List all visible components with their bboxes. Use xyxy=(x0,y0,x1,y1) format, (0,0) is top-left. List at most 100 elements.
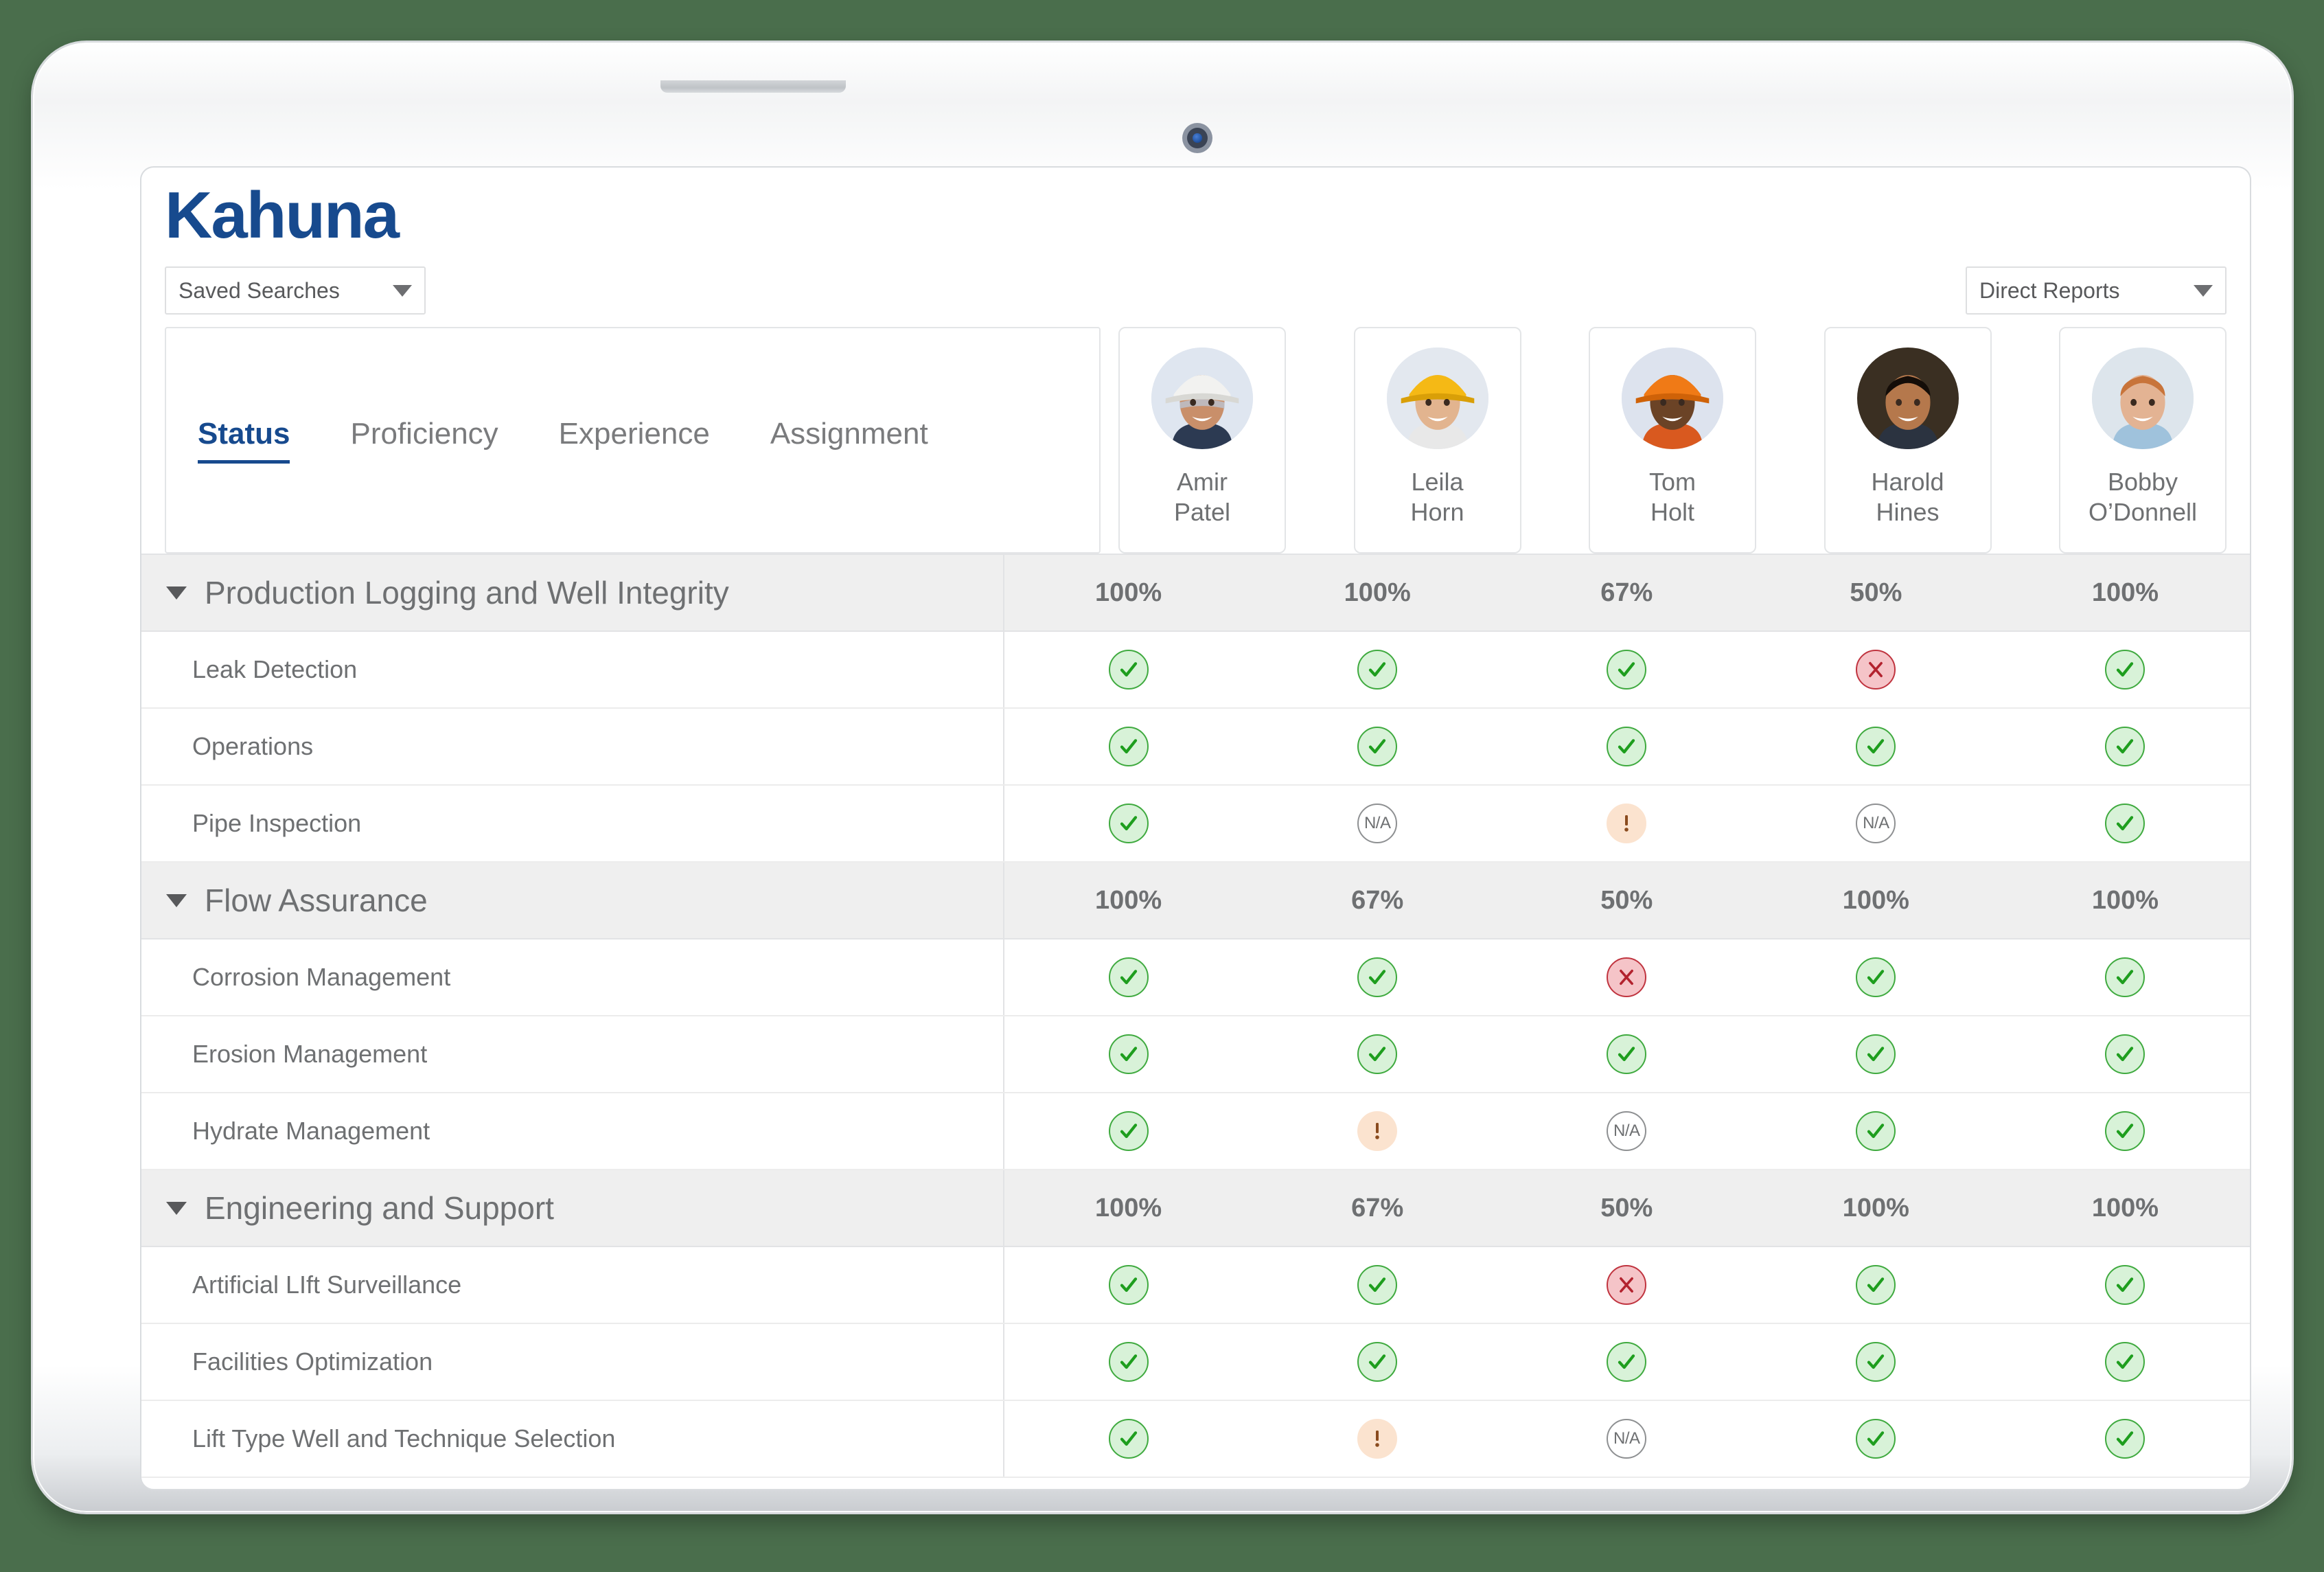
check-circle-icon[interactable] xyxy=(1357,957,1398,997)
check-circle-icon[interactable] xyxy=(1108,1419,1149,1459)
status-cell[interactable] xyxy=(1252,708,1502,786)
status-cell[interactable] xyxy=(2000,631,2250,709)
status-cell[interactable]: N/A xyxy=(1751,785,2001,863)
check-circle-icon[interactable] xyxy=(1108,1034,1149,1074)
status-cell[interactable] xyxy=(2000,1400,2250,1478)
status-cell[interactable] xyxy=(1502,1016,1751,1093)
status-cell[interactable] xyxy=(1003,939,1253,1016)
not-applicable-icon[interactable]: N/A xyxy=(1607,1419,1647,1459)
person-card-leila[interactable]: Leila Horn xyxy=(1353,327,1521,554)
group-header-row[interactable]: Production Logging and Well Integrity 100… xyxy=(141,554,2250,632)
check-circle-icon[interactable] xyxy=(2105,650,2145,690)
check-circle-icon[interactable] xyxy=(1108,957,1149,997)
x-circle-icon[interactable] xyxy=(1607,1265,1647,1305)
person-card-bobby[interactable]: Bobby O’Donnell xyxy=(2059,327,2227,554)
status-cell[interactable] xyxy=(1502,1246,1751,1324)
check-circle-icon[interactable] xyxy=(1856,1111,1896,1151)
check-circle-icon[interactable] xyxy=(1856,1034,1896,1074)
status-cell[interactable] xyxy=(1252,1323,1502,1401)
status-cell[interactable]: N/A xyxy=(1502,1093,1751,1170)
person-card-tom[interactable]: Tom Holt xyxy=(1589,327,1756,554)
not-applicable-icon[interactable]: N/A xyxy=(1357,804,1398,843)
group-header-row[interactable]: Flow Assurance 100% 67% 50% 100% 100% xyxy=(141,861,2250,939)
status-cell[interactable] xyxy=(1003,708,1253,786)
check-circle-icon[interactable] xyxy=(2105,727,2145,766)
saved-searches-dropdown[interactable]: Saved Searches xyxy=(165,266,426,315)
status-cell[interactable] xyxy=(1003,785,1253,863)
check-circle-icon[interactable] xyxy=(1607,650,1647,690)
status-cell[interactable] xyxy=(1751,1016,2001,1093)
tab-proficiency[interactable]: Proficiency xyxy=(350,417,498,464)
status-cell[interactable] xyxy=(1751,1400,2001,1478)
check-circle-icon[interactable] xyxy=(1108,1265,1149,1305)
status-cell[interactable] xyxy=(1751,1093,2001,1170)
check-circle-icon[interactable] xyxy=(1856,957,1896,997)
not-applicable-icon[interactable]: N/A xyxy=(1607,1111,1647,1151)
check-circle-icon[interactable] xyxy=(1357,1265,1398,1305)
status-cell[interactable] xyxy=(2000,1093,2250,1170)
status-cell[interactable] xyxy=(1252,631,1502,709)
check-circle-icon[interactable] xyxy=(1607,1342,1647,1382)
tab-experience[interactable]: Experience xyxy=(559,417,710,464)
status-cell[interactable] xyxy=(1003,1323,1253,1401)
status-cell[interactable] xyxy=(1252,939,1502,1016)
status-cell[interactable] xyxy=(1252,1246,1502,1324)
status-cell[interactable] xyxy=(1003,1093,1253,1170)
check-circle-icon[interactable] xyxy=(1357,1034,1398,1074)
not-applicable-icon[interactable]: N/A xyxy=(1856,804,1896,843)
direct-reports-dropdown[interactable]: Direct Reports xyxy=(1966,266,2227,315)
check-circle-icon[interactable] xyxy=(1856,727,1896,766)
status-cell[interactable] xyxy=(1003,631,1253,709)
status-cell[interactable] xyxy=(1751,1246,2001,1324)
check-circle-icon[interactable] xyxy=(1856,1265,1896,1305)
check-circle-icon[interactable] xyxy=(1357,1342,1398,1382)
check-circle-icon[interactable] xyxy=(1108,650,1149,690)
group-title-cell[interactable]: Production Logging and Well Integrity xyxy=(141,554,1004,632)
check-circle-icon[interactable] xyxy=(2105,1419,2145,1459)
tab-assignment[interactable]: Assignment xyxy=(770,417,928,464)
check-circle-icon[interactable] xyxy=(2105,1111,2145,1151)
status-cell[interactable]: N/A xyxy=(1502,1400,1751,1478)
check-circle-icon[interactable] xyxy=(1856,1419,1896,1459)
check-circle-icon[interactable] xyxy=(2105,1034,2145,1074)
check-circle-icon[interactable] xyxy=(1856,1342,1896,1382)
check-circle-icon[interactable] xyxy=(1357,650,1398,690)
check-circle-icon[interactable] xyxy=(1108,727,1149,766)
status-cell[interactable] xyxy=(2000,939,2250,1016)
check-circle-icon[interactable] xyxy=(1108,1342,1149,1382)
chevron-down-icon[interactable] xyxy=(166,893,187,907)
check-circle-icon[interactable] xyxy=(2105,1265,2145,1305)
status-cell[interactable] xyxy=(1252,1093,1502,1170)
status-cell[interactable] xyxy=(1252,1400,1502,1478)
x-circle-icon[interactable] xyxy=(1856,650,1896,690)
check-circle-icon[interactable] xyxy=(1607,727,1647,766)
status-cell[interactable] xyxy=(1751,1323,2001,1401)
x-circle-icon[interactable] xyxy=(1607,957,1647,997)
status-cell[interactable]: N/A xyxy=(1252,785,1502,863)
status-cell[interactable] xyxy=(2000,1246,2250,1324)
check-circle-icon[interactable] xyxy=(1607,1034,1647,1074)
chevron-down-icon[interactable] xyxy=(166,586,187,600)
status-cell[interactable] xyxy=(2000,708,2250,786)
exclamation-circle-icon[interactable] xyxy=(1607,804,1647,843)
group-title-cell[interactable]: Engineering and Support xyxy=(141,1169,1004,1247)
status-cell[interactable] xyxy=(1502,785,1751,863)
status-cell[interactable] xyxy=(1751,631,2001,709)
status-cell[interactable] xyxy=(1502,631,1751,709)
status-cell[interactable] xyxy=(1003,1016,1253,1093)
check-circle-icon[interactable] xyxy=(1108,804,1149,843)
person-card-amir[interactable]: Amir Patel xyxy=(1118,327,1286,554)
check-circle-icon[interactable] xyxy=(2105,957,2145,997)
exclamation-circle-icon[interactable] xyxy=(1357,1111,1398,1151)
status-cell[interactable] xyxy=(2000,1016,2250,1093)
status-cell[interactable] xyxy=(1252,1016,1502,1093)
status-cell[interactable] xyxy=(1751,708,2001,786)
status-cell[interactable] xyxy=(1502,1323,1751,1401)
check-circle-icon[interactable] xyxy=(1357,727,1398,766)
person-card-harold[interactable]: Harold Hines xyxy=(1823,327,1992,554)
group-title-cell[interactable]: Flow Assurance xyxy=(141,861,1004,939)
chevron-down-icon[interactable] xyxy=(166,1201,187,1215)
status-cell[interactable] xyxy=(1003,1400,1253,1478)
status-cell[interactable] xyxy=(1751,939,2001,1016)
status-cell[interactable] xyxy=(1502,708,1751,786)
